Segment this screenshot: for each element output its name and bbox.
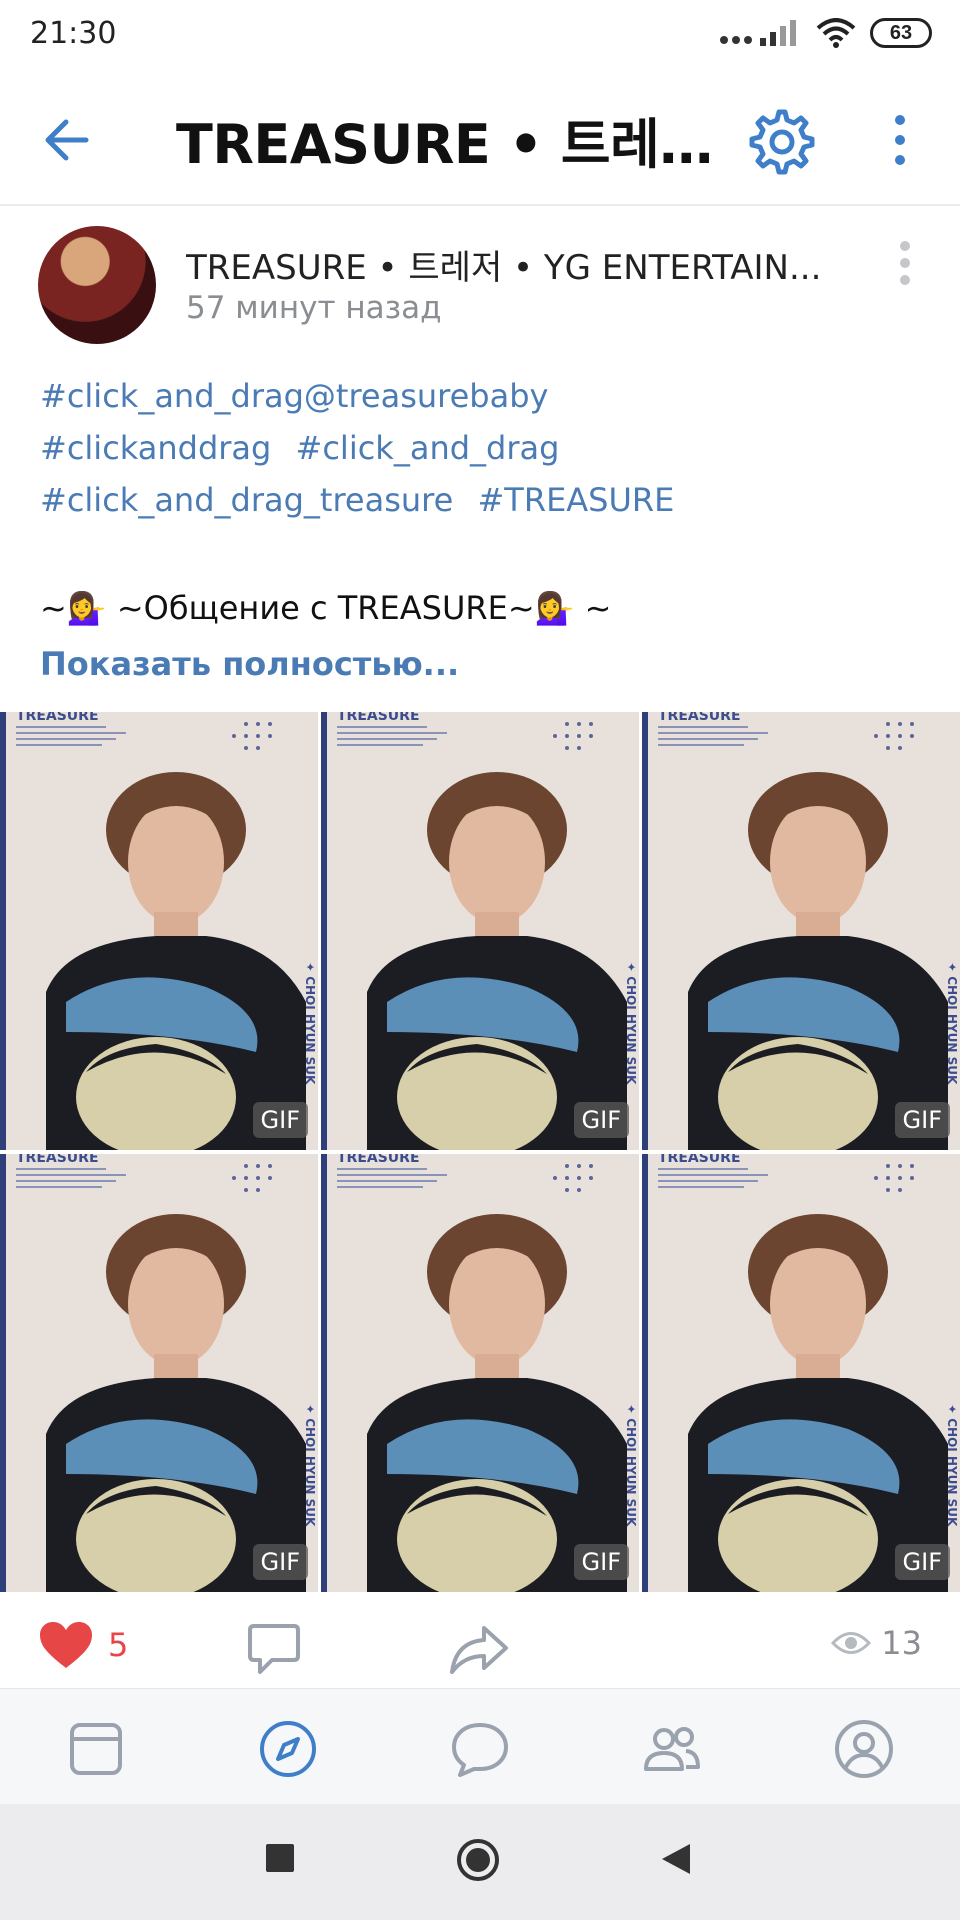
- poster-name-text: ✦ CHOI HYUN SUK: [945, 962, 959, 1085]
- page-title: TREASURE • 트레저...: [176, 113, 716, 176]
- like-count: 5: [108, 1626, 129, 1664]
- poster-name-text: ✦ CHOI HYUN SUK: [303, 962, 317, 1085]
- poster-name-text: ✦ CHOI HYUN SUK: [303, 1404, 317, 1527]
- poster-logo-text: TREASURE: [16, 712, 99, 724]
- heart-icon: [40, 1622, 92, 1668]
- settings-gear-icon[interactable]: [744, 104, 816, 176]
- gif-badge: GIF: [252, 1102, 308, 1138]
- gif-badge: GIF: [894, 1544, 950, 1580]
- poster-logo-text: TREASURE: [337, 1154, 420, 1166]
- friends-icon[interactable]: [640, 1717, 704, 1781]
- post-author[interactable]: TREASURE • 트레저 • YG ENTERTAIN...: [186, 240, 826, 289]
- avatar[interactable]: [38, 226, 156, 344]
- gif-badge: GIF: [573, 1102, 629, 1138]
- wifi-icon: [816, 18, 856, 48]
- poster-logo-text: TREASURE: [658, 712, 741, 724]
- status-icons: 63: [718, 18, 932, 48]
- system-navigation: [0, 1804, 960, 1920]
- like-button[interactable]: 5: [38, 1620, 128, 1670]
- messages-icon[interactable]: [448, 1717, 512, 1781]
- news-icon[interactable]: [64, 1717, 128, 1781]
- gif-badge: GIF: [573, 1544, 629, 1580]
- gif-thumbnail[interactable]: TREASURE ✦ CHOI HYUN SUK GIF: [642, 1154, 960, 1592]
- discover-icon[interactable]: [256, 1717, 320, 1781]
- photo-image: TREASURE ✦ CHOI HYUN SUK: [648, 712, 960, 1150]
- photo-image: TREASURE ✦ CHOI HYUN SUK: [327, 1154, 639, 1592]
- views-counter: 13: [831, 1624, 922, 1662]
- gif-badge: GIF: [894, 1102, 950, 1138]
- recent-apps-icon[interactable]: [264, 1842, 296, 1874]
- poster-name-text: ✦ CHOI HYUN SUK: [624, 962, 638, 1085]
- photo-image: TREASURE ✦ CHOI HYUN SUK: [6, 712, 318, 1150]
- profile-icon[interactable]: [832, 1717, 896, 1781]
- eye-icon: [831, 1632, 872, 1654]
- status-time: 21:30: [30, 16, 117, 51]
- back-triangle-icon[interactable]: [660, 1842, 692, 1876]
- post-more-icon[interactable]: [890, 238, 920, 288]
- hashtag-line: #clickanddrag #click_and_drag: [40, 422, 920, 474]
- post-body-text: ~💁‍♀️ ~Общение с TREASURE~💁‍♀️ ~: [40, 589, 612, 627]
- battery-indicator: 63: [870, 18, 932, 48]
- hashtag-link[interactable]: #click_and_drag@treasurebaby: [40, 377, 548, 415]
- gif-thumbnail[interactable]: TREASURE ✦ CHOI HYUN SUK GIF: [321, 712, 639, 1150]
- gif-thumbnail[interactable]: TREASURE ✦ CHOI HYUN SUK GIF: [0, 1154, 318, 1592]
- comment-icon[interactable]: [246, 1622, 302, 1676]
- media-grid: TREASURE ✦ CHOI HYUN SUK GIF TREASURE ✦ …: [0, 712, 960, 1592]
- hashtag-link[interactable]: #click_and_drag: [296, 429, 560, 467]
- status-bar: 21:30 63: [0, 0, 960, 70]
- poster-logo-text: TREASURE: [16, 1154, 99, 1166]
- poster-logo-text: TREASURE: [658, 1154, 741, 1166]
- hashtag-line: #click_and_drag_treasure #TREASURE: [40, 474, 920, 526]
- hashtag-line: #click_and_drag@treasurebaby: [40, 370, 920, 422]
- back-arrow-icon[interactable]: [36, 108, 100, 172]
- bottom-navigation: [0, 1688, 960, 1804]
- poster-name-text: ✦ CHOI HYUN SUK: [624, 1404, 638, 1527]
- gif-thumbnail[interactable]: TREASURE ✦ CHOI HYUN SUK GIF: [0, 712, 318, 1150]
- photo-image: TREASURE ✦ CHOI HYUN SUK: [6, 1154, 318, 1592]
- more-vertical-icon[interactable]: [880, 110, 920, 170]
- show-more-link[interactable]: Показать полностью...: [40, 638, 459, 690]
- views-count: 13: [881, 1624, 922, 1662]
- hashtag-link[interactable]: #clickanddrag: [40, 429, 271, 467]
- poster-logo-text: TREASURE: [337, 712, 420, 724]
- photo-image: TREASURE ✦ CHOI HYUN SUK: [648, 1154, 960, 1592]
- post-actions: 5 13: [0, 1598, 960, 1688]
- post-text: #click_and_drag@treasurebaby #clickanddr…: [40, 370, 920, 690]
- hashtag-link[interactable]: #TREASURE: [477, 481, 674, 519]
- gif-thumbnail[interactable]: TREASURE ✦ CHOI HYUN SUK GIF: [642, 712, 960, 1150]
- post-time: 57 минут назад: [186, 290, 442, 326]
- post-header: TREASURE • 트레저 • YG ENTERTAIN... 57 мину…: [0, 206, 960, 356]
- poster-name-text: ✦ CHOI HYUN SUK: [945, 1404, 959, 1527]
- gif-badge: GIF: [252, 1544, 308, 1580]
- home-icon[interactable]: [456, 1838, 500, 1882]
- share-icon[interactable]: [448, 1622, 510, 1676]
- gif-thumbnail[interactable]: TREASURE ✦ CHOI HYUN SUK GIF: [321, 1154, 639, 1592]
- app-header: TREASURE • 트레저...: [0, 70, 960, 206]
- photo-image: TREASURE ✦ CHOI HYUN SUK: [327, 712, 639, 1150]
- signal-icon: [720, 20, 796, 46]
- hashtag-link[interactable]: #click_and_drag_treasure: [40, 481, 453, 519]
